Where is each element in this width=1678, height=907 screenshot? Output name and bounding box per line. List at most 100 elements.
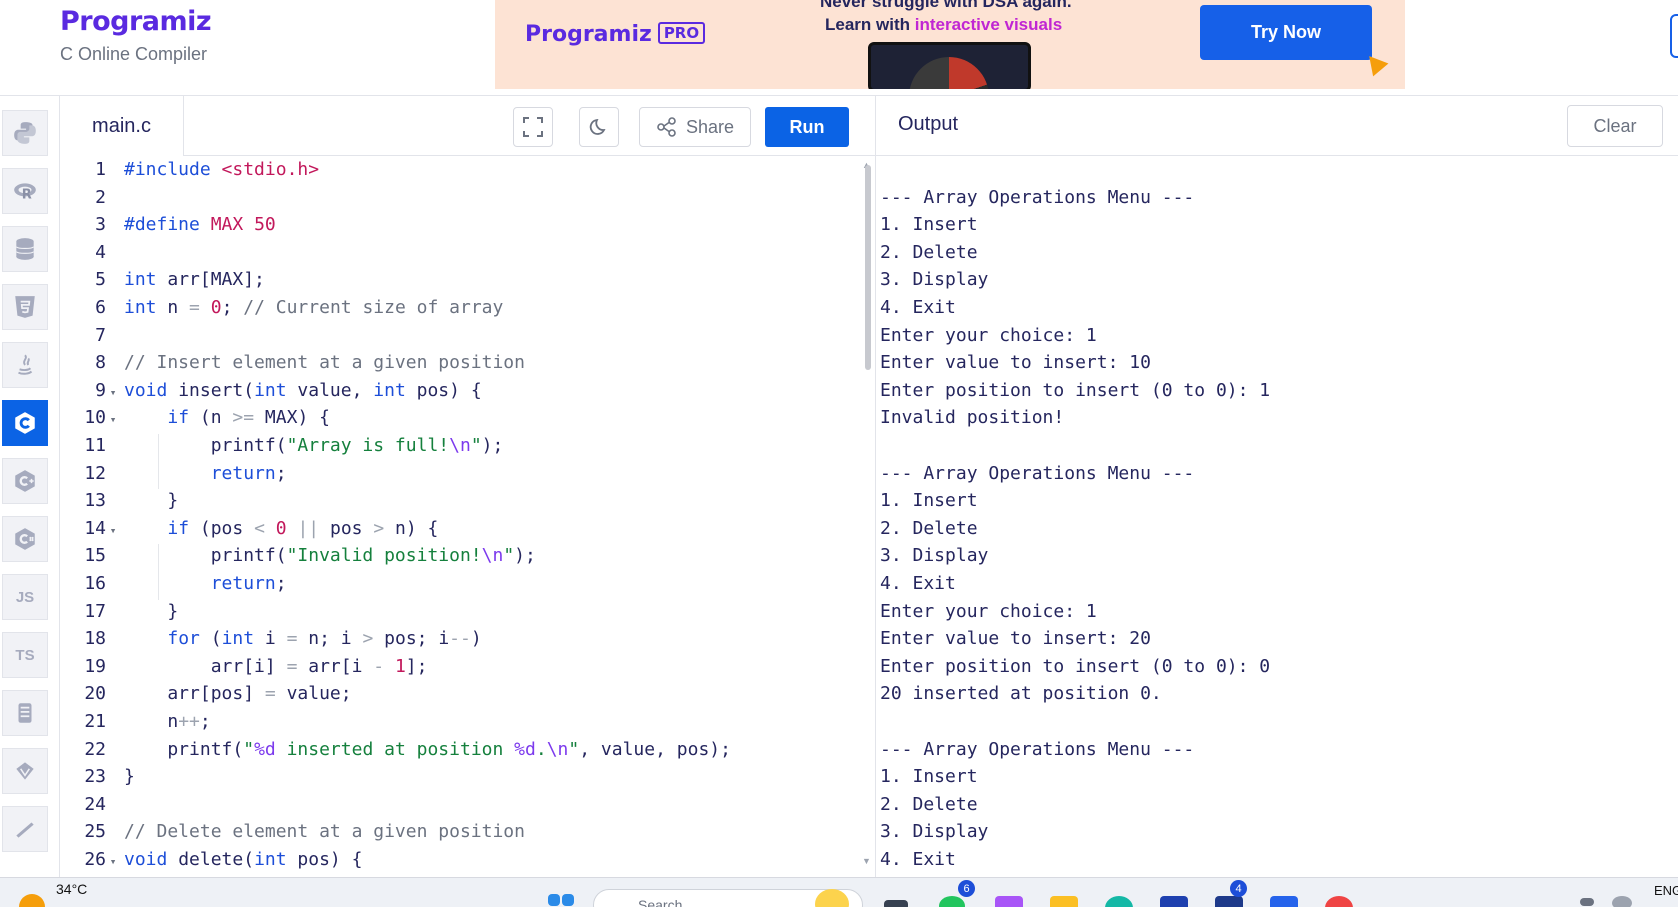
code-line[interactable]: 3 #define MAX 50 — [60, 211, 870, 239]
tab-main-c[interactable]: main.c — [60, 96, 184, 156]
file-explorer-icon[interactable] — [1050, 896, 1078, 907]
windows-taskbar: 34°C Search 6 4 ENG — [0, 877, 1678, 907]
lang-java-icon[interactable] — [2, 342, 48, 388]
lang-javascript-icon[interactable]: JS — [2, 574, 48, 620]
code-text: void insert(int value, int pos) { — [124, 379, 482, 401]
code-line[interactable]: 4 — [60, 239, 870, 267]
language-indicator[interactable]: ENG — [1654, 883, 1678, 898]
ad-wheel-graphic — [909, 57, 989, 89]
clear-button[interactable]: Clear — [1567, 105, 1663, 147]
ad-image — [868, 42, 1031, 89]
ad-headline: Learn with interactive visuals — [825, 15, 1062, 35]
code-line[interactable]: 23} — [60, 763, 870, 791]
line-number: 20 — [84, 683, 106, 705]
output-line: 4. Exit — [880, 573, 956, 594]
line-number: 13 — [84, 490, 106, 512]
run-button[interactable]: Run — [765, 107, 849, 147]
output-line: --- Array Operations Menu --- — [880, 462, 1195, 484]
fold-toggle-icon[interactable]: ▾ — [106, 848, 120, 876]
chrome-icon[interactable] — [1325, 896, 1353, 907]
windows-start-icon[interactable] — [548, 894, 560, 906]
line-number: 23 — [84, 766, 106, 788]
lang-swift-icon[interactable] — [2, 806, 48, 852]
line-number: 26 — [84, 849, 106, 870]
lang-cpp-icon[interactable] — [2, 458, 48, 504]
code-line[interactable]: 22 printf("%d inserted at position %d.\n… — [60, 736, 870, 764]
dark-mode-icon[interactable] — [579, 107, 619, 147]
lang-php-icon[interactable] — [2, 748, 48, 794]
lang-csharp-icon[interactable] — [2, 516, 48, 562]
programiz-logo[interactable]: Programiz — [60, 6, 212, 37]
ad-banner[interactable]: Programiz PRO Never struggle with DSA aga… — [495, 0, 1405, 89]
code-line[interactable]: 9 ▾ void insert(int value, int pos) { — [60, 377, 870, 405]
windows-start-icon-tile[interactable] — [562, 894, 574, 906]
code-line[interactable]: 13 } — [60, 487, 870, 515]
editor-scrollbar[interactable] — [865, 165, 871, 370]
fullscreen-icon[interactable] — [513, 107, 553, 147]
code-line[interactable]: 8 // Insert element at a given position — [60, 349, 870, 377]
fold-toggle-icon[interactable]: ▾ — [106, 406, 120, 434]
code-text: printf("%d inserted at position %d.\n", … — [124, 738, 731, 760]
code-line[interactable]: 18 for (int i = n; i > pos; i--) — [60, 625, 870, 653]
code-line[interactable]: 19 arr[i] = arr[i - 1]; — [60, 653, 870, 681]
line-number: 19 — [84, 655, 106, 677]
header-edge-button[interactable] — [1670, 14, 1678, 58]
lang-c-icon[interactable] — [2, 400, 48, 446]
code-text: #include <stdio.h> — [124, 159, 320, 180]
code-line[interactable]: 15 printf("Invalid position!\n"); — [60, 542, 870, 570]
line-number: 21 — [84, 711, 106, 732]
code-line[interactable]: 17 } — [60, 598, 870, 626]
line-number: 11 — [84, 435, 106, 456]
lang-r-icon[interactable]: R — [2, 168, 48, 214]
tray-network-icon[interactable] — [1612, 896, 1632, 907]
teams-badge: 4 — [1230, 880, 1247, 897]
lang-typescript-icon[interactable]: TS — [2, 632, 48, 678]
fold-toggle-icon[interactable]: ▾ — [106, 379, 120, 407]
code-line[interactable]: 12 return; — [60, 460, 870, 488]
line-number: 17 — [84, 600, 106, 622]
temperature-text[interactable]: 34°C — [56, 881, 87, 897]
code-line[interactable]: 24 — [60, 791, 870, 819]
copilot-icon[interactable] — [995, 896, 1023, 907]
task-view-icon[interactable] — [884, 900, 908, 907]
share-button[interactable]: Share — [639, 107, 751, 147]
line-number: 2 — [95, 186, 106, 208]
lang-go-icon[interactable] — [2, 690, 48, 736]
code-text: // Delete element at a given position — [124, 821, 525, 843]
scroll-down-arrow[interactable]: ▼ — [862, 856, 871, 866]
code-text: if (pos < 0 || pos > n) { — [167, 517, 439, 539]
code-line[interactable]: 14 ▾ if (pos < 0 || pos > n) { — [60, 515, 870, 543]
lang-sql-icon[interactable] — [2, 226, 48, 272]
lang-html-icon[interactable] — [2, 284, 48, 330]
tray-chevron-icon[interactable] — [1580, 898, 1594, 906]
code-line[interactable]: 16 return; — [60, 570, 870, 598]
code-line[interactable]: 2 — [60, 184, 870, 212]
lang-typescript-label: TS — [15, 646, 35, 664]
line-number: 8 — [95, 352, 106, 374]
code-line[interactable]: 20 arr[pos] = value; — [60, 680, 870, 708]
site-header: Programiz C Online Compiler Programiz PRO… — [0, 0, 1678, 96]
code-line[interactable]: 10 ▾ if (n >= MAX) { — [60, 404, 870, 432]
weather-icon[interactable] — [19, 894, 45, 907]
code-text: } — [124, 600, 179, 622]
code-line[interactable]: 21 n++; — [60, 708, 870, 736]
fold-toggle-icon[interactable]: ▾ — [106, 517, 120, 545]
lang-python-icon[interactable] — [2, 110, 48, 156]
code-line[interactable]: 25 // Delete element at a given position — [60, 818, 870, 846]
code-line[interactable]: 5 int arr[MAX]; — [60, 266, 870, 294]
code-line[interactable]: 7 — [60, 322, 870, 350]
output-line: 2. Delete — [880, 793, 978, 815]
code-text: return; — [210, 573, 287, 594]
teams-icon[interactable] — [1215, 896, 1243, 907]
code-line[interactable]: 26 ▾ void delete(int pos) { — [60, 846, 870, 874]
store-icon[interactable] — [1160, 896, 1188, 907]
try-now-button[interactable]: Try Now — [1200, 5, 1372, 60]
edge-browser-icon[interactable] — [1105, 896, 1133, 907]
outlook-icon[interactable] — [1270, 896, 1298, 907]
svg-text:R: R — [22, 188, 32, 203]
code-line[interactable]: 6 int n = 0; // Current size of array — [60, 294, 870, 322]
code-line[interactable]: 1 #include <stdio.h> — [60, 156, 870, 184]
code-line[interactable]: 11 printf("Array is full!\n"); — [60, 432, 870, 460]
code-editor[interactable]: 1 #include <stdio.h> 2 3 #define MAX 50 4 5 int… — [60, 156, 870, 877]
phone-link-icon[interactable] — [939, 896, 965, 907]
